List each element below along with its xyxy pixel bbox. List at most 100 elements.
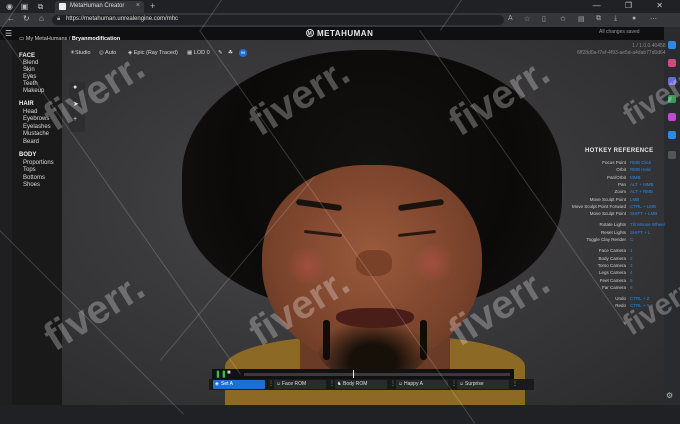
hotkey-key: Tilt Mouse Wheel <box>630 222 665 228</box>
tab-title: MetaHuman Creator <box>70 3 125 9</box>
office-icon[interactable] <box>668 113 676 121</box>
hotkey-action: Face Camera <box>598 248 626 254</box>
hotkey-key: MMB <box>630 174 641 180</box>
hotkey-action: Legs Camera <box>598 270 626 276</box>
preset-button[interactable]: ☺ Face ROM <box>274 380 326 389</box>
refresh-icon[interactable]: ↻ <box>23 14 30 23</box>
metahuman-favicon-icon <box>59 3 66 10</box>
studio-lighting-button[interactable]: ☀Studio <box>70 50 91 56</box>
sidebar-item-tops[interactable]: Tops <box>23 167 36 173</box>
window-controls[interactable]: — ❐ ✕ <box>593 1 674 10</box>
breadcrumb-root[interactable]: My MetaHumans <box>26 36 68 42</box>
hamburger-menu-icon[interactable]: ☰ <box>5 29 12 38</box>
preset-button[interactable]: ☺ Happy A <box>396 380 448 389</box>
collections-icon[interactable]: ▤ <box>578 15 585 23</box>
sidebar-item-beard[interactable]: Beard <box>23 139 39 145</box>
split-screen-icon[interactable]: ▯ <box>542 15 546 23</box>
hotkey-key: ALT + MMB <box>630 181 654 187</box>
preset-more-icon[interactable]: ⋮ <box>512 380 518 387</box>
browser-toolbar: ← ↻ ⌂ 🔒︎ https://metahuman.unrealengine.… <box>0 13 680 27</box>
sidebar-category-hair[interactable]: HAIR <box>19 101 34 107</box>
preset-label: Happy A <box>404 381 423 387</box>
preset-icon: ☺ <box>459 381 465 387</box>
pause-icon[interactable]: ❚❚ <box>215 370 227 378</box>
preset-label: Set A <box>221 381 233 387</box>
right-cheek <box>410 245 456 281</box>
home-icon[interactable]: ⌂ <box>39 14 44 23</box>
read-aloud-icon[interactable]: A <box>508 15 513 22</box>
badge-icon[interactable]: 99 <box>239 49 247 57</box>
more-options-icon[interactable]: ⋯ <box>650 15 657 23</box>
hotkey-action: Toggle Clay Render <box>586 237 626 242</box>
sidebar-item-head[interactable]: Head <box>23 109 37 115</box>
downloads-icon[interactable]: ⤓ <box>614 15 617 23</box>
extensions-icon[interactable]: ⧉ <box>596 15 601 23</box>
hotkey-action: Far Camera <box>601 284 626 290</box>
profile-avatar-icon[interactable]: ● <box>632 15 636 22</box>
clay-toggle-icon[interactable]: ✎ <box>218 50 223 56</box>
tab-actions-icon[interactable]: ⧉ <box>36 2 45 11</box>
breadcrumb: ▭ My MetaHumans / Bryanmodification <box>19 36 120 42</box>
hotkey-action: Body Camera <box>598 255 626 261</box>
hotkey-reference-title: HOTKEY REFERENCE <box>585 148 654 154</box>
hotkey-key: 2 <box>630 255 633 261</box>
lod-button[interactable]: ▦ LOD 0 <box>187 50 210 56</box>
new-tab-button[interactable]: + <box>150 1 155 11</box>
preset-label: Body ROM <box>343 381 368 387</box>
sidebar-item-bottoms[interactable]: Bottoms <box>23 175 45 181</box>
hotkey-action: Orbit <box>616 167 626 173</box>
stop-icon[interactable]: ■ <box>227 370 231 376</box>
sidebar-category-face[interactable]: FACE <box>19 53 35 59</box>
favorite-star-icon[interactable]: ☆ <box>524 15 530 23</box>
workspaces-icon[interactable]: ▣ <box>20 2 29 11</box>
hotkey-key: C <box>630 237 634 242</box>
hotkey-key: 6 <box>630 284 633 290</box>
hotkey-action: Move Sculpt Point <box>589 196 626 202</box>
preset-button[interactable]: ◈ Set A <box>213 380 265 389</box>
sidebar-item-mustache[interactable]: Mustache <box>23 131 49 137</box>
lock-icon: 🔒︎ <box>57 16 61 22</box>
hotkey-action: Torso Camera <box>597 262 626 268</box>
add-sidebar-icon[interactable] <box>668 151 676 159</box>
sidebar-item-shoes[interactable]: Shoes <box>23 182 40 188</box>
timeline-track[interactable] <box>244 373 510 376</box>
preset-icon: ♞ <box>337 381 342 387</box>
hotkey-key: 1 <box>630 248 633 254</box>
hair-toggle-icon[interactable]: ☘ <box>228 50 233 56</box>
address-bar[interactable]: 🔒︎ https://metahuman.unrealengine.com/mh… <box>52 15 504 25</box>
hotkey-key: CTRL + LMB <box>630 203 656 209</box>
url-text: https://metahuman.unrealengine.com/mhc <box>66 16 179 22</box>
sidebar-category-body[interactable]: BODY <box>19 152 36 158</box>
hotkey-key: SHIFT + L <box>630 229 651 235</box>
sidebar-item-blend[interactable]: Blend <box>23 60 38 66</box>
hotkey-action: Redo <box>615 303 626 309</box>
favorites-icon[interactable]: ✩ <box>560 15 566 23</box>
preset-button[interactable]: ☺ Surprise <box>457 380 509 389</box>
hotkey-action: Move Sculpt Point <box>589 211 626 217</box>
search-sidebar-icon[interactable] <box>668 41 676 49</box>
close-tab-icon[interactable]: × <box>136 2 140 9</box>
browser-tab[interactable]: MetaHuman Creator × <box>55 1 144 13</box>
shopping-icon[interactable] <box>668 59 676 67</box>
preset-label: Face ROM <box>282 381 307 387</box>
hotkey-action: Focus Point <box>602 160 626 165</box>
hotkey-key: RMB Click <box>630 160 651 165</box>
preset-icon: ☺ <box>276 381 282 387</box>
sidebar-item-proportions[interactable]: Proportions <box>23 160 54 166</box>
save-status: All changes saved <box>599 29 640 35</box>
character-id: 1 / 1.0.0.40458 6ff28d0a-f7ef-4f93-ae5d-… <box>577 43 666 56</box>
hotkey-key: 3 <box>630 262 633 268</box>
outlook-icon[interactable] <box>668 131 676 139</box>
hotkey-key: 5 <box>630 277 633 283</box>
sidebar-item-eyelashes[interactable]: Eyelashes <box>23 124 51 130</box>
browser-tab-bar: ◉ ▣ ⧉ MetaHuman Creator × + — ❐ ✕ <box>0 0 680 13</box>
hotkey-key: ALT + RMB <box>630 189 653 195</box>
sidebar-settings-icon[interactable]: ⚙ <box>666 391 673 400</box>
hotkey-key: 4 <box>630 270 633 276</box>
hotkey-key: SHIFT + LMB <box>630 211 658 217</box>
breadcrumb-current: Bryanmodification <box>71 36 121 42</box>
timeline-playhead[interactable] <box>353 370 354 378</box>
hotkey-action: Zoom <box>614 189 626 195</box>
logo-text: METAHUMAN <box>317 29 374 38</box>
preset-button[interactable]: ♞ Body ROM <box>335 380 387 389</box>
